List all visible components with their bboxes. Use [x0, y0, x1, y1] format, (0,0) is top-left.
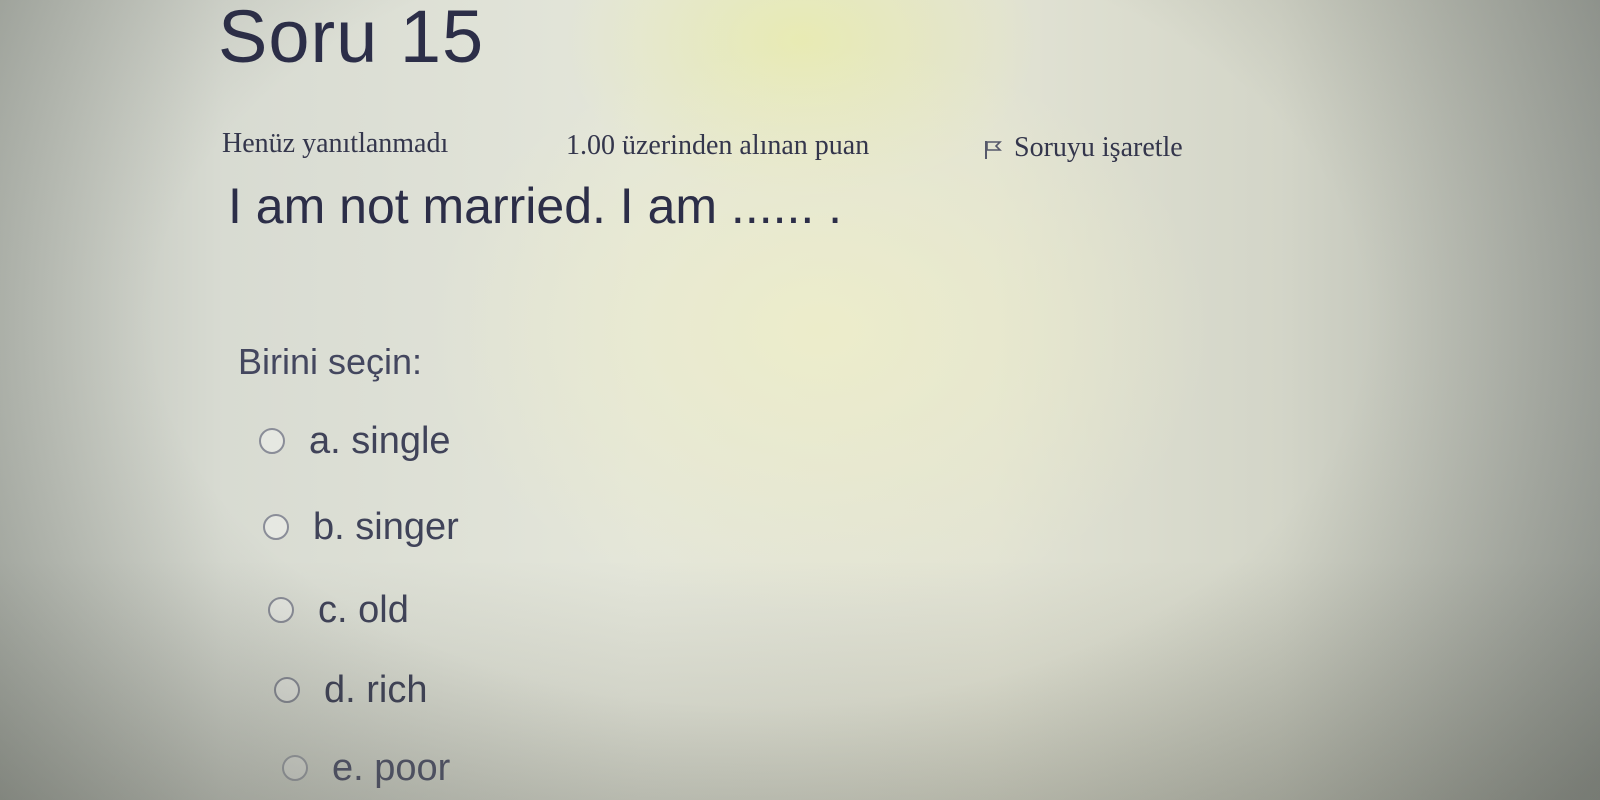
question-text: I am not married. I am ...... .	[228, 178, 843, 234]
answer-label[interactable]: b. singer	[313, 504, 459, 550]
radio-button[interactable]	[263, 514, 289, 540]
radio-button[interactable]	[259, 428, 285, 454]
question-state: Henüz yanıtlanmadı	[222, 128, 449, 159]
flag-icon	[985, 141, 1002, 159]
answer-label[interactable]: e. poor	[332, 745, 450, 791]
answer-label[interactable]: a. single	[309, 418, 451, 464]
answer-option-d[interactable]: d. rich	[274, 667, 427, 713]
answer-option-c[interactable]: c. old	[268, 587, 409, 633]
question-info: Henüz yanıtlanmadı 1.00 üzerinden alınan…	[0, 128, 1600, 168]
radio-button[interactable]	[282, 755, 308, 781]
answer-option-e[interactable]: e. poor	[282, 745, 450, 791]
answer-label[interactable]: c. old	[318, 587, 409, 633]
screen-glare-overlay	[0, 0, 1600, 800]
flag-question-label: Soruyu işaretle	[1014, 132, 1183, 163]
answer-prompt: Birini seçin:	[238, 341, 423, 382]
answer-option-b[interactable]: b. singer	[263, 504, 459, 550]
answer-option-a[interactable]: a. single	[259, 418, 451, 464]
flag-question-button[interactable]: Soruyu işaretle	[984, 132, 1183, 164]
radio-button[interactable]	[274, 677, 300, 703]
radio-button[interactable]	[268, 597, 294, 623]
question-grade: 1.00 üzerinden alınan puan	[566, 130, 870, 161]
answer-label[interactable]: d. rich	[324, 667, 427, 713]
question-title: Soru 15	[218, 0, 485, 78]
